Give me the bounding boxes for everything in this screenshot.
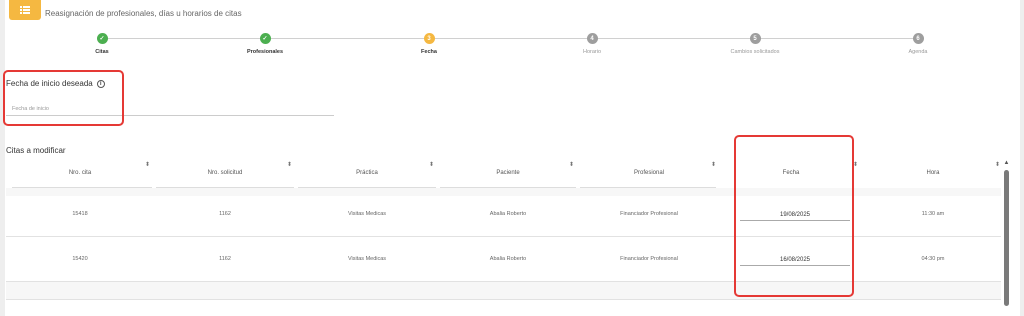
column-header-nro-solicitud[interactable]: Nro. solicitud ⬍	[154, 160, 296, 186]
column-header-label: Paciente	[496, 170, 520, 176]
step-label: Fecha	[421, 49, 437, 55]
step-citas[interactable]: ✓ Citas	[42, 33, 162, 55]
sort-icon[interactable]: ⬍	[995, 162, 1000, 168]
column-header-label: Práctica	[356, 170, 378, 176]
cell-nro-cita: 15420	[72, 256, 88, 262]
cell-paciente: Abalia Roberto	[489, 211, 527, 217]
step-number: 4	[586, 33, 598, 44]
page-title: Reasignación de profesionales, días u ho…	[45, 9, 242, 18]
column-header-label: Nro. solicitud	[207, 170, 243, 176]
step-label: Agenda	[908, 49, 928, 55]
column-header-label: Nro. cita	[68, 170, 92, 176]
scroll-up-icon[interactable]: ▲	[1003, 160, 1010, 167]
highlight-box-fecha-column	[734, 135, 854, 297]
table-scrollbar[interactable]: ▲	[1003, 160, 1010, 306]
step-label: Cambios solicitados	[730, 49, 780, 55]
table-title: Citas a modificar	[6, 146, 66, 155]
step-agenda[interactable]: 6 Agenda	[858, 33, 978, 55]
sort-icon[interactable]: ⬍	[569, 162, 574, 168]
column-header-profesional[interactable]: Profesional ⬍	[578, 160, 720, 186]
step-number: 5	[749, 33, 761, 44]
column-header-paciente[interactable]: Paciente ⬍	[438, 160, 578, 186]
cell-nro-solicitud: 1162	[219, 256, 231, 262]
cell-practica: Visitas Medicas	[347, 211, 387, 217]
step-fecha[interactable]: 3 Fecha	[369, 33, 489, 55]
step-label: Horario	[582, 49, 602, 55]
check-icon: ✓	[96, 33, 108, 44]
step-label: Profesionales	[246, 49, 284, 55]
step-number: 3	[423, 33, 435, 44]
step-cambios-solicitados[interactable]: 5 Cambios solicitados	[695, 33, 815, 55]
cell-nro-cita: 15418	[72, 211, 88, 217]
column-header-practica[interactable]: Práctica ⬍	[296, 160, 438, 186]
step-label: Citas	[95, 49, 109, 55]
sort-icon[interactable]: ⬍	[287, 162, 292, 168]
sort-icon[interactable]: ⬍	[711, 162, 716, 168]
cell-profesional: Financiador Profesional	[620, 256, 678, 262]
step-number: 6	[912, 33, 924, 44]
sort-icon[interactable]: ⬍	[145, 162, 150, 168]
sort-icon[interactable]: ⬍	[429, 162, 434, 168]
step-horario[interactable]: 4 Horario	[532, 33, 652, 55]
cell-practica: Visitas Medicas	[347, 256, 387, 262]
column-header-label: Profesional	[633, 170, 665, 176]
list-icon	[9, 0, 41, 20]
column-header-label: Hora	[926, 170, 940, 176]
cell-nro-solicitud: 1162	[219, 211, 231, 217]
cell-hora: 11:30 am	[921, 211, 945, 217]
step-profesionales[interactable]: ✓ Profesionales	[205, 33, 325, 55]
column-header-hora[interactable]: Hora ⬍	[862, 160, 1004, 186]
highlight-box-start-date	[3, 70, 124, 126]
check-icon: ✓	[259, 33, 271, 44]
cell-profesional: Financiador Profesional	[620, 211, 678, 217]
column-header-nro-cita[interactable]: Nro. cita ⬍	[6, 160, 154, 186]
scrollbar-thumb[interactable]	[1004, 170, 1009, 306]
cell-hora: 04:30 pm	[921, 256, 945, 262]
cell-paciente: Abalia Roberto	[489, 256, 527, 262]
